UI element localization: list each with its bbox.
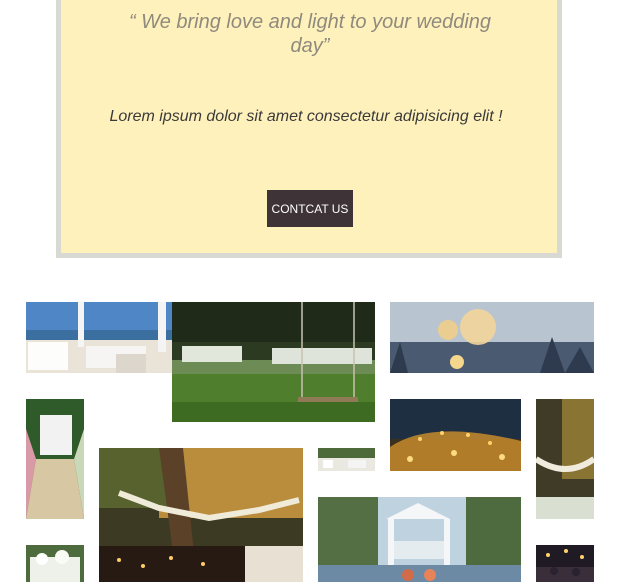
gallery-photo-tree-garland[interactable] [536,399,594,519]
gallery-photo-tree-bunting[interactable] [99,448,303,582]
gallery-photo-centerpiece[interactable] [26,545,84,582]
gallery-photo-tree-swing[interactable] [172,302,375,422]
contact-us-button[interactable]: CONTCAT US [267,190,353,227]
hero-quote: “ We bring love and light to your weddin… [128,11,492,57]
gallery-photo-night-party[interactable] [536,545,594,582]
gallery-photo-fairy-lights[interactable] [390,399,521,471]
hero-description: Lorem ipsum dolor sit amet consectetur a… [109,108,503,125]
gallery-photo-garden-aisle[interactable] [318,448,375,471]
gallery-photo-white-gazebo[interactable] [318,497,521,582]
gallery-photo-floral-arch[interactable] [26,399,84,519]
gallery-photo-bokeh-lights[interactable] [390,302,594,373]
gallery-photo-beach-chairs[interactable] [26,302,172,373]
